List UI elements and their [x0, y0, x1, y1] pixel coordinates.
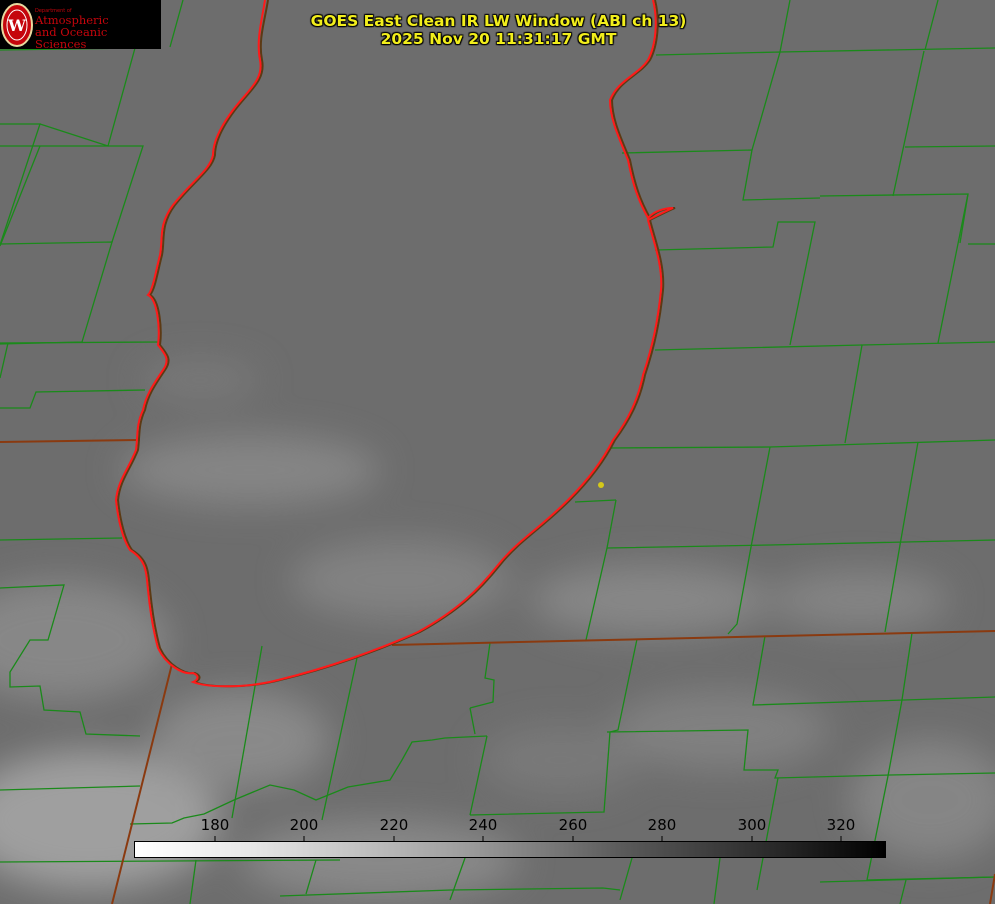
colorbar-tick-label: 260 [558, 816, 588, 834]
colorbar-tick-label: 180 [200, 816, 230, 834]
colorbar-tick-label: 300 [737, 816, 767, 834]
colorbar-tick-label: 280 [647, 816, 677, 834]
image-title: GOES East Clean IR LW Window (ABI ch 13) [310, 12, 687, 30]
colorbar-tick-label: 200 [289, 816, 319, 834]
image-timestamp: 2025 Nov 20 11:31:17 GMT [380, 30, 617, 48]
colorbar-gradient [134, 841, 886, 858]
colorbar-tick-label: 240 [468, 816, 498, 834]
colorbar-tick-label: 320 [826, 816, 856, 834]
location-marker [598, 482, 604, 488]
colorbar-tick-label: 220 [379, 816, 409, 834]
satellite-map [0, 0, 995, 904]
